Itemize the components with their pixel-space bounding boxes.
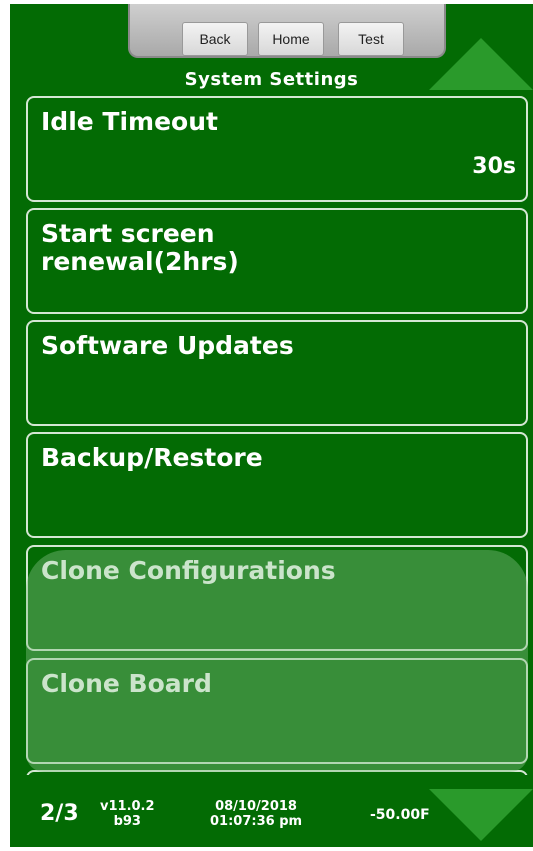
setting-label: Idle Timeout (41, 107, 218, 136)
system-settings-screen: Back Home Test System Settings Idle Time… (10, 4, 533, 847)
setting-item-backup-restore[interactable]: Backup/Restore (26, 432, 528, 538)
date-display: 08/10/2018 (215, 799, 297, 814)
setting-item-clone-board[interactable]: Clone Board (26, 658, 528, 764)
nav-panel: Back Home Test (128, 4, 446, 58)
page-indicator: 2/3 (40, 801, 79, 826)
setting-value: 30s (472, 154, 516, 179)
test-button[interactable]: Test (338, 22, 404, 56)
version-info: v11.0.2 b93 (100, 799, 155, 829)
setting-label: Software Updates (41, 331, 294, 360)
setting-label: Clone Board (41, 669, 212, 698)
build-number: b93 (113, 814, 141, 829)
scroll-up-arrow-icon[interactable] (429, 38, 533, 90)
setting-item-clone-configurations[interactable]: Clone Configurations (26, 545, 528, 651)
setting-item-software-updates[interactable]: Software Updates (26, 320, 528, 426)
setting-item-start-screen-renewal[interactable]: Start screen renewal(2hrs) (26, 208, 528, 314)
temperature-readout: -50.00F (370, 807, 430, 823)
scroll-down-arrow-icon[interactable] (429, 789, 533, 841)
time-display: 01:07:36 pm (210, 814, 303, 829)
setting-label: Start screen renewal(2hrs) (41, 219, 239, 276)
back-button[interactable]: Back (182, 22, 248, 56)
setting-label: Clone Configurations (41, 556, 336, 585)
version-number: v11.0.2 (100, 799, 155, 814)
setting-item-idle-timeout[interactable]: Idle Timeout 30s (26, 96, 528, 202)
date-time: 08/10/2018 01:07:36 pm (210, 799, 302, 829)
home-button[interactable]: Home (258, 22, 324, 56)
setting-label: Backup/Restore (41, 443, 263, 472)
